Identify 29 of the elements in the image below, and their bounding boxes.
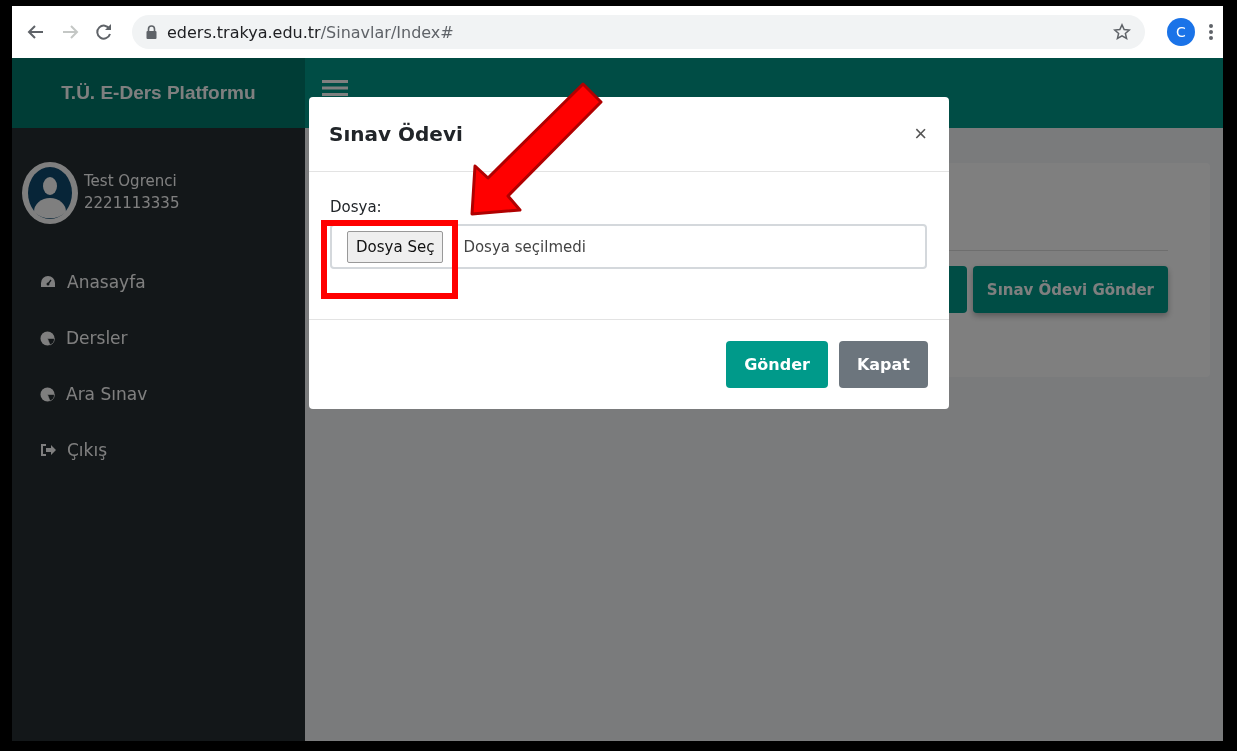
lock-icon <box>146 25 157 39</box>
brand-title[interactable]: T.Ü. E-Ders Platformu <box>12 58 305 128</box>
choose-file-button[interactable]: Dosya Seç <box>347 230 444 263</box>
menu-icon[interactable] <box>322 80 348 96</box>
menu-icon[interactable] <box>1209 24 1213 40</box>
avatar-icon <box>22 162 78 224</box>
sidebar-item[interactable]: Anasayfa <box>40 272 305 292</box>
reload-icon[interactable] <box>94 22 114 42</box>
submit-assignment-button[interactable]: Sınav Ödevi Gönder <box>972 266 1168 313</box>
profile-avatar[interactable]: C <box>1167 18 1195 46</box>
modal-title: Sınav Ödevi <box>329 122 463 146</box>
url-text: eders.trakya.edu.tr/Sinavlar/Index# <box>167 22 454 42</box>
star-icon[interactable] <box>1113 23 1131 41</box>
sidebar-item[interactable]: Dersler <box>40 328 305 348</box>
close-button[interactable]: × <box>912 121 929 147</box>
file-input-field[interactable]: Dosya Seç Dosya seçilmedi <box>330 224 927 269</box>
sidebar-item[interactable]: Çıkış <box>40 440 305 460</box>
field-label: Dosya: <box>330 198 383 216</box>
sign-out-icon <box>40 443 56 457</box>
file-status: Dosya seçilmedi <box>463 237 586 256</box>
user-name: Test Ogrenci <box>84 172 178 190</box>
student-number: 2221113335 <box>84 194 180 212</box>
close-dialog-button[interactable]: Kapat <box>838 341 928 388</box>
pie-chart-icon <box>40 386 55 402</box>
pie-chart-icon <box>40 330 55 346</box>
dashboard-icon <box>40 275 56 289</box>
sidebar-item[interactable]: Ara Sınav <box>40 384 305 404</box>
send-button[interactable]: Gönder <box>726 341 828 388</box>
address-bar[interactable]: eders.trakya.edu.tr/Sinavlar/Index# <box>132 15 1145 49</box>
